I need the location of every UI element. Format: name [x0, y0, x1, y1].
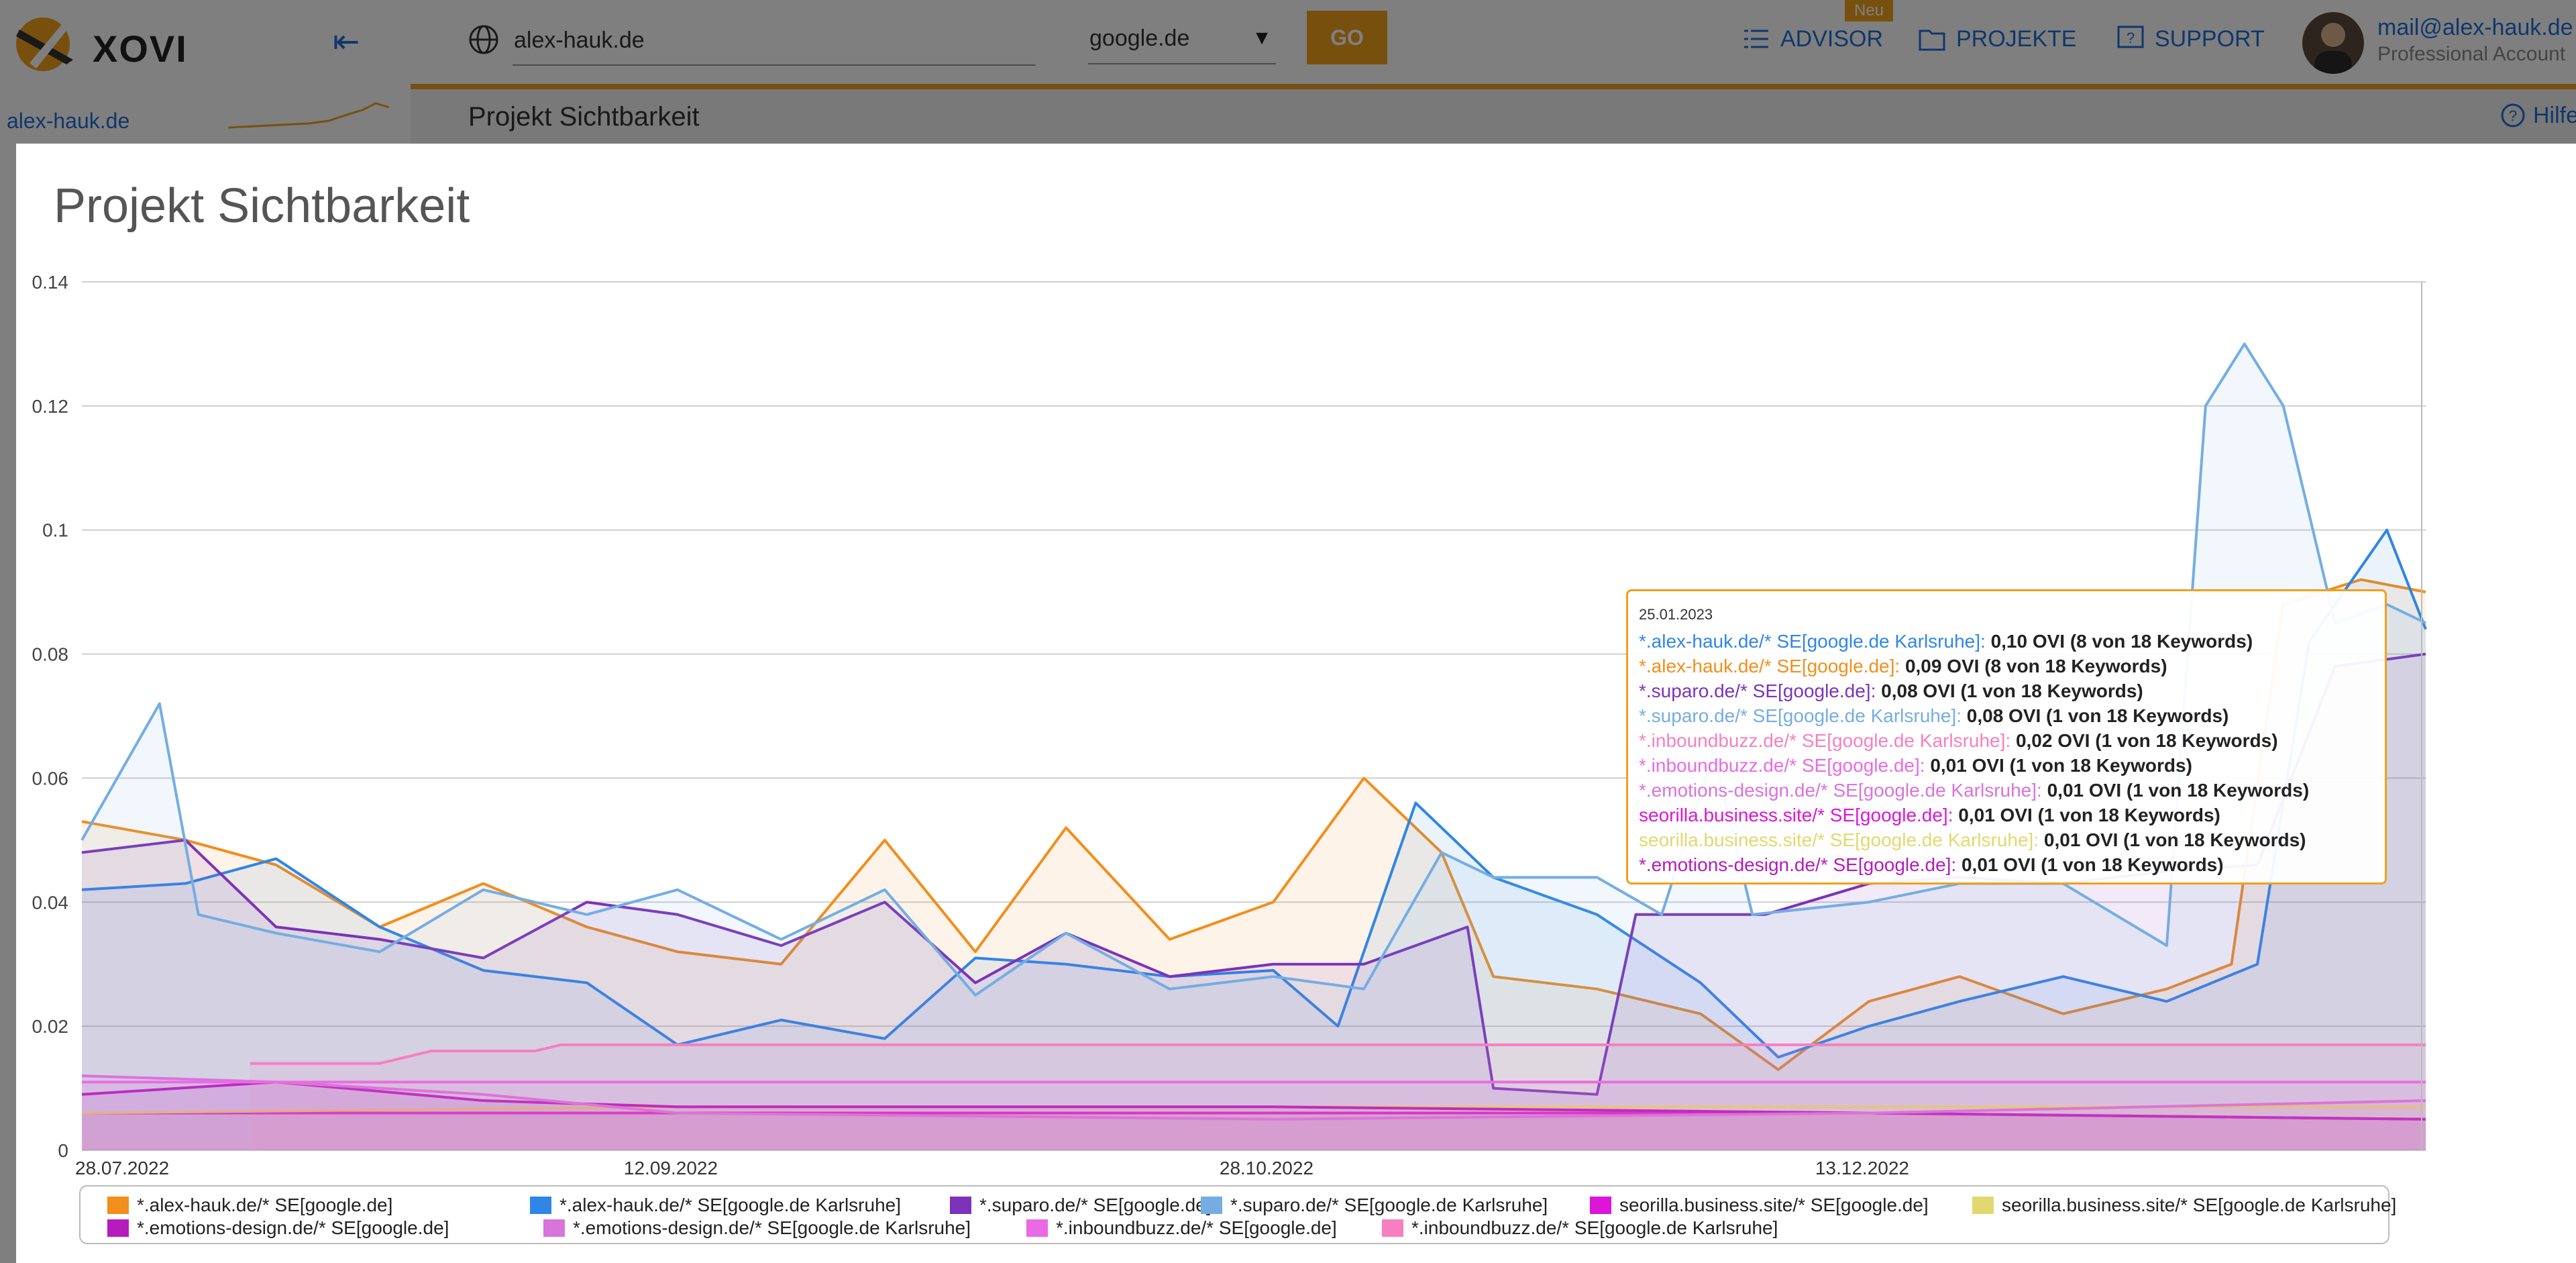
- legend-swatch: [530, 1197, 551, 1214]
- tooltip-row: seorilla.business.site/* SE[google.de Ka…: [1639, 827, 2374, 852]
- legend-swatch: [1026, 1219, 1048, 1237]
- legend-item[interactable]: *.inboundbuzz.de/* SE[google.de Karlsruh…: [1382, 1217, 1778, 1239]
- tooltip-row: *.alex-hauk.de/* SE[google.de]: 0,09 OVI…: [1639, 654, 2374, 678]
- legend-swatch: [107, 1197, 129, 1214]
- x-tick-label: 28.10.2022: [1220, 1158, 1313, 1178]
- tooltip-row: *.inboundbuzz.de/* SE[google.de Karlsruh…: [1639, 728, 2374, 753]
- legend-label: *.emotions-design.de/* SE[google.de Karl…: [573, 1217, 971, 1238]
- legend-swatch: [107, 1219, 129, 1237]
- tooltip-row-label: *.alex-hauk.de/* SE[google.de]:: [1639, 656, 1905, 676]
- legend-swatch: [950, 1197, 971, 1214]
- legend-item[interactable]: *.alex-hauk.de/* SE[google.de Karlsruhe]: [530, 1195, 901, 1216]
- tooltip-row-value: 0,01 OVI (1 von 18 Keywords): [2047, 780, 2310, 801]
- legend-swatch: [543, 1219, 565, 1237]
- legend-label: *.inboundbuzz.de/* SE[google.de Karlsruh…: [1411, 1217, 1778, 1238]
- tooltip-row-value: 0,10 OVI (8 von 18 Keywords): [1990, 631, 2253, 652]
- y-tick-label: 0: [58, 1140, 68, 1161]
- tooltip-row: *.emotions-design.de/* SE[google.de Karl…: [1639, 778, 2374, 803]
- tooltip-row-label: seorilla.business.site/* SE[google.de Ka…: [1639, 829, 2044, 850]
- legend-swatch: [1201, 1197, 1222, 1214]
- y-tick-label: 0.08: [32, 644, 69, 665]
- legend-label: seorilla.business.site/* SE[google.de]: [1619, 1195, 1929, 1215]
- legend-label: *.suparo.de/* SE[google.de Karlsruhe]: [1230, 1195, 1548, 1215]
- tooltip-row-label: *.suparo.de/* SE[google.de]:: [1639, 680, 1882, 701]
- tooltip-row: *.inboundbuzz.de/* SE[google.de]: 0,01 O…: [1639, 753, 2374, 778]
- legend-label: *.alex-hauk.de/* SE[google.de]: [137, 1195, 393, 1215]
- legend-label: *.alex-hauk.de/* SE[google.de Karlsruhe]: [559, 1195, 901, 1215]
- tooltip-row: *.emotions-design.de/* SE[google.de]: 0,…: [1639, 852, 2374, 877]
- x-tick-label: 12.09.2022: [624, 1158, 718, 1178]
- x-tick-label: 13.12.2022: [1815, 1158, 1909, 1178]
- tooltip-row-label: *.emotions-design.de/* SE[google.de]:: [1639, 854, 1962, 875]
- legend-swatch: [1382, 1219, 1403, 1237]
- legend-item[interactable]: seorilla.business.site/* SE[google.de Ka…: [1972, 1195, 2396, 1216]
- legend-item[interactable]: *.emotions-design.de/* SE[google.de]: [107, 1217, 449, 1239]
- tooltip-row-label: seorilla.business.site/* SE[google.de]:: [1639, 805, 1959, 825]
- y-tick-label: 0.1: [42, 520, 68, 541]
- legend-item[interactable]: *.alex-hauk.de/* SE[google.de]: [107, 1195, 392, 1216]
- chart-tooltip: 25.01.2023 *.alex-hauk.de/* SE[google.de…: [1626, 589, 2387, 885]
- tooltip-row-value: 0,01 OVI (1 von 18 Keywords): [1930, 755, 2192, 776]
- tooltip-row-label: *.emotions-design.de/* SE[google.de Karl…: [1639, 780, 2047, 801]
- tooltip-row: seorilla.business.site/* SE[google.de]: …: [1639, 803, 2374, 827]
- tooltip-row-value: 0,02 OVI (1 von 18 Keywords): [2015, 730, 2278, 751]
- tooltip-row-value: 0,01 OVI (1 von 18 Keywords): [1961, 854, 2224, 875]
- legend-item[interactable]: *.inboundbuzz.de/* SE[google.de]: [1026, 1217, 1337, 1239]
- tooltip-row: *.suparo.de/* SE[google.de]: 0,08 OVI (1…: [1639, 678, 2374, 703]
- visibility-modal: Projekt Sichtbarkeit 0 0.02 0.04 0.06 0.08 0.…: [16, 144, 2576, 1263]
- legend-item[interactable]: seorilla.business.site/* SE[google.de]: [1590, 1195, 1929, 1216]
- tooltip-rows: *.alex-hauk.de/* SE[google.de Karlsruhe]…: [1639, 629, 2374, 877]
- x-tick-label: 28.07.2022: [75, 1158, 169, 1178]
- y-tick-label: 0.04: [32, 892, 69, 913]
- tooltip-date: 25.01.2023: [1639, 606, 1713, 623]
- tooltip-row-label: *.suparo.de/* SE[google.de Karlsruhe]:: [1639, 705, 1967, 726]
- legend-item[interactable]: *.suparo.de/* SE[google.de Karlsruhe]: [1201, 1195, 1548, 1216]
- y-tick-label: 0.06: [32, 768, 69, 789]
- y-tick-label: 0.12: [32, 396, 69, 417]
- tooltip-row: *.alex-hauk.de/* SE[google.de Karlsruhe]…: [1639, 629, 2374, 654]
- legend-label: seorilla.business.site/* SE[google.de Ka…: [2002, 1195, 2397, 1215]
- legend-label: *.emotions-design.de/* SE[google.de]: [137, 1217, 449, 1238]
- tooltip-row-value: 0,01 OVI (1 von 18 Keywords): [2043, 829, 2306, 850]
- tooltip-row-label: *.inboundbuzz.de/* SE[google.de]:: [1639, 755, 1931, 776]
- tooltip-row-label: *.alex-hauk.de/* SE[google.de Karlsruhe]…: [1639, 631, 1991, 652]
- y-tick-label: 0.14: [32, 272, 69, 293]
- legend-label: *.suparo.de/* SE[google.de]: [979, 1195, 1212, 1215]
- y-tick-label: 0.02: [32, 1016, 69, 1037]
- legend-item[interactable]: *.emotions-design.de/* SE[google.de Karl…: [543, 1217, 971, 1239]
- legend-swatch: [1972, 1197, 1994, 1214]
- tooltip-row: *.suparo.de/* SE[google.de Karlsruhe]: 0…: [1639, 703, 2374, 728]
- legend-swatch: [1590, 1197, 1611, 1214]
- tooltip-row-value: 0,08 OVI (1 von 18 Keywords): [1966, 705, 2229, 726]
- tooltip-row-value: 0,08 OVI (1 von 18 Keywords): [1881, 680, 2143, 701]
- chart-legend: *.alex-hauk.de/* SE[google.de] *.alex-hau…: [79, 1185, 2396, 1244]
- series-area: [250, 1044, 2426, 1150]
- tooltip-row-value: 0,09 OVI (8 von 18 Keywords): [1904, 656, 2167, 676]
- tooltip-row-value: 0,01 OVI (1 von 18 Keywords): [1958, 805, 2220, 825]
- legend-label: *.inboundbuzz.de/* SE[google.de]: [1056, 1217, 1337, 1238]
- tooltip-row-label: *.inboundbuzz.de/* SE[google.de Karlsruh…: [1639, 730, 2016, 751]
- legend-item[interactable]: *.suparo.de/* SE[google.de]: [950, 1195, 1212, 1216]
